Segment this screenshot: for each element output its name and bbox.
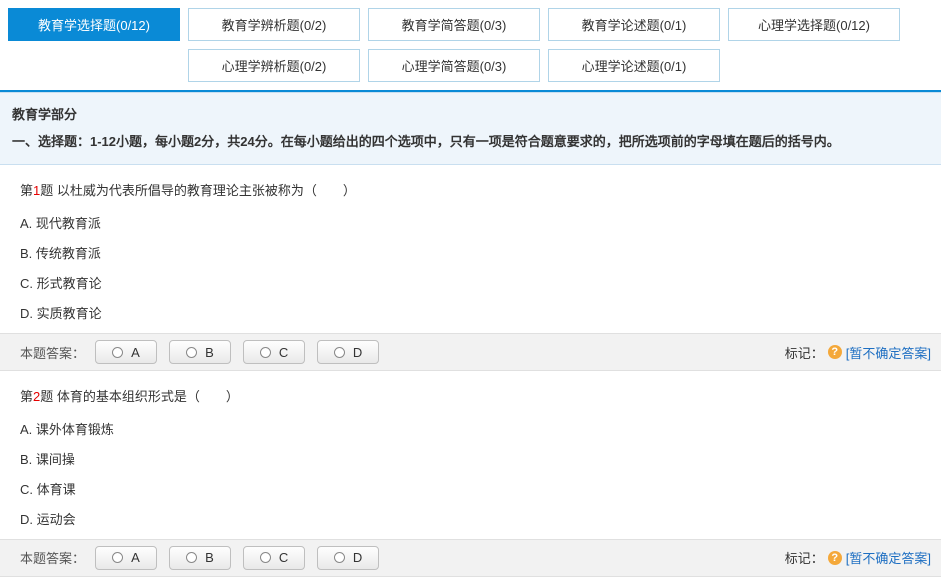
tabs-row-1: 教育学选择题(0/12) 教育学辨析题(0/2) 教育学简答题(0/3) 教育学… — [0, 8, 941, 41]
question-block: 第1题 以杜威为代表所倡导的教育理论主张被称为（ ） A. 现代教育派 B. 传… — [0, 165, 941, 325]
answer-label: 本题答案： — [20, 343, 85, 362]
tab-edu-essay[interactable]: 教育学论述题(0/1) — [548, 8, 720, 41]
answer-button-label: D — [353, 345, 362, 360]
qnum-suffix: 题 — [40, 183, 53, 198]
tab-psy-analysis[interactable]: 心理学辨析题(0/2) — [188, 49, 360, 82]
radio-icon — [186, 552, 197, 563]
tab-spacer — [8, 49, 180, 82]
answer-bar: 本题答案： A B C D 标记： ? [暂不确定答案] — [0, 539, 941, 577]
tab-edu-short[interactable]: 教育学简答题(0/3) — [368, 8, 540, 41]
tab-psy-short[interactable]: 心理学简答题(0/3) — [368, 49, 540, 82]
tabs-row-2: 心理学辨析题(0/2) 心理学简答题(0/3) 心理学论述题(0/1) — [0, 49, 941, 82]
answer-button-label: C — [279, 550, 288, 565]
option-d: D. 实质教育论 — [20, 303, 921, 325]
question-text: 体育的基本组织形式是（ ） — [53, 389, 239, 404]
answer-button-d[interactable]: D — [317, 340, 379, 364]
tab-psy-choice[interactable]: 心理学选择题(0/12) — [728, 8, 900, 41]
help-icon[interactable]: ? — [828, 345, 842, 359]
option-a: A. 现代教育派 — [20, 213, 921, 235]
question-text: 以杜威为代表所倡导的教育理论主张被称为（ ） — [53, 183, 356, 198]
mark-label: 标记： — [785, 343, 824, 362]
mark-uncertain-link[interactable]: [暂不确定答案] — [846, 343, 931, 362]
option-b: B. 传统教育派 — [20, 243, 921, 265]
radio-icon — [112, 552, 123, 563]
tab-edu-analysis[interactable]: 教育学辨析题(0/2) — [188, 8, 360, 41]
mark-area: 标记： ? [暂不确定答案] — [785, 548, 931, 567]
radio-icon — [186, 347, 197, 358]
question-stem: 第2题 体育的基本组织形式是（ ） — [20, 385, 921, 408]
option-c: C. 形式教育论 — [20, 273, 921, 295]
section-title: 教育学部分 — [12, 103, 929, 128]
answer-buttons: A B C D — [95, 546, 379, 570]
answer-button-c[interactable]: C — [243, 340, 305, 364]
answer-button-c[interactable]: C — [243, 546, 305, 570]
answer-buttons: A B C D — [95, 340, 379, 364]
radio-icon — [260, 347, 271, 358]
answer-button-a[interactable]: A — [95, 546, 157, 570]
radio-icon — [112, 347, 123, 358]
answer-button-label: B — [205, 345, 214, 360]
answer-button-b[interactable]: B — [169, 546, 231, 570]
answer-button-label: D — [353, 550, 362, 565]
mark-label: 标记： — [785, 548, 824, 567]
question-block: 第2题 体育的基本组织形式是（ ） A. 课外体育锻炼 B. 课间操 C. 体育… — [0, 371, 941, 531]
radio-icon — [334, 552, 345, 563]
answer-label: 本题答案： — [20, 548, 85, 567]
help-icon[interactable]: ? — [828, 551, 842, 565]
section-header: 教育学部分 一、选择题：1-12小题，每小题2分，共24分。在每小题给出的四个选… — [0, 92, 941, 165]
answer-button-b[interactable]: B — [169, 340, 231, 364]
option-a: A. 课外体育锻炼 — [20, 419, 921, 441]
qnum-prefix: 第 — [20, 389, 33, 404]
answer-button-a[interactable]: A — [95, 340, 157, 364]
answer-bar: 本题答案： A B C D 标记： ? [暂不确定答案] — [0, 333, 941, 371]
answer-button-label: A — [131, 550, 140, 565]
option-c: C. 体育课 — [20, 479, 921, 501]
mark-uncertain-link[interactable]: [暂不确定答案] — [846, 548, 931, 567]
question-stem: 第1题 以杜威为代表所倡导的教育理论主张被称为（ ） — [20, 179, 921, 202]
answer-button-d[interactable]: D — [317, 546, 379, 570]
answer-button-label: C — [279, 345, 288, 360]
qnum-suffix: 题 — [40, 389, 53, 404]
section-instruction: 一、选择题：1-12小题，每小题2分，共24分。在每小题给出的四个选项中，只有一… — [12, 130, 929, 155]
tab-edu-choice[interactable]: 教育学选择题(0/12) — [8, 8, 180, 41]
qnum-prefix: 第 — [20, 183, 33, 198]
option-d: D. 运动会 — [20, 509, 921, 531]
answer-button-label: B — [205, 550, 214, 565]
radio-icon — [260, 552, 271, 563]
option-b: B. 课间操 — [20, 449, 921, 471]
tab-psy-essay[interactable]: 心理学论述题(0/1) — [548, 49, 720, 82]
radio-icon — [334, 347, 345, 358]
tabs-container: 教育学选择题(0/12) 教育学辨析题(0/2) 教育学简答题(0/3) 教育学… — [0, 0, 941, 92]
answer-button-label: A — [131, 345, 140, 360]
mark-area: 标记： ? [暂不确定答案] — [785, 343, 931, 362]
